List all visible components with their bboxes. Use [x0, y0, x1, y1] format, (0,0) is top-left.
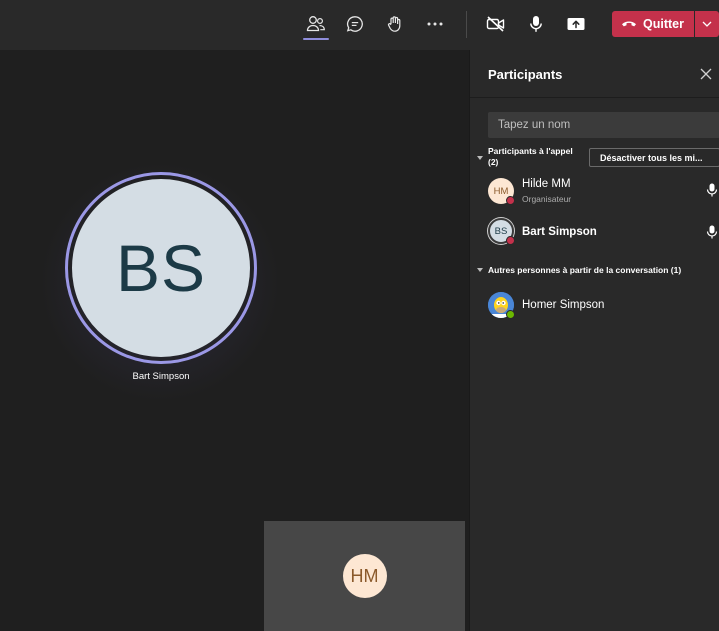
share-screen-button[interactable]	[560, 9, 592, 39]
status-busy-icon	[506, 236, 515, 245]
share-screen-icon	[567, 18, 585, 30]
main-participant-name: Bart Simpson	[132, 371, 190, 382]
raise-hand-icon	[387, 16, 401, 32]
raise-hand-button[interactable]	[379, 9, 411, 39]
self-view-avatar: HM	[342, 554, 387, 598]
collapse-caret-icon[interactable]	[477, 156, 483, 160]
participant-name: Bart Simpson	[522, 226, 597, 238]
camera-toggle-button[interactable]	[480, 9, 512, 39]
microphone-icon	[706, 183, 718, 197]
video-stage: BS Bart Simpson HM	[0, 50, 469, 631]
participant-row[interactable]: HM Hilde MM Organisateur	[470, 172, 719, 212]
more-options-icon	[427, 22, 443, 26]
close-panel-button[interactable]	[698, 66, 714, 82]
collapse-caret-icon[interactable]	[477, 268, 483, 272]
participant-name: Homer Simpson	[522, 299, 605, 311]
mute-all-button[interactable]: Désactiver tous les mi...	[589, 148, 719, 167]
panel-title: Participants	[488, 67, 563, 82]
in-call-section-title: Participants à l'appel	[488, 146, 573, 156]
participant-name: Hilde MM	[522, 178, 571, 190]
main-participant-avatar: BS	[72, 179, 250, 357]
leave-options-dropdown[interactable]	[695, 11, 719, 37]
chat-icon	[346, 16, 363, 32]
leave-call-button[interactable]: Quitter	[612, 11, 694, 37]
panel-divider	[470, 97, 719, 98]
active-tab-indicator	[303, 38, 329, 40]
status-busy-icon	[506, 196, 515, 205]
chevron-down-icon	[702, 21, 712, 27]
close-icon	[700, 68, 712, 80]
more-options-button[interactable]	[419, 9, 451, 39]
participant-role: Organisateur	[522, 194, 572, 204]
camera-off-icon	[486, 16, 505, 32]
microphone-icon	[530, 16, 542, 32]
microphone-toggle-button[interactable]	[520, 9, 552, 39]
toolbar-separator	[466, 11, 467, 38]
leave-call-label: Quitter	[643, 17, 684, 31]
self-view-tile[interactable]: HM	[264, 521, 465, 631]
participant-row[interactable]: BS Bart Simpson	[470, 213, 719, 253]
phone-hangup-icon	[622, 21, 636, 27]
meeting-toolbar: Quitter	[0, 0, 719, 50]
show-participants-button[interactable]	[300, 9, 332, 39]
participant-row[interactable]: Homer Simpson	[470, 286, 719, 326]
in-call-count: (2)	[488, 157, 499, 167]
status-online-icon	[506, 310, 515, 319]
active-speaker-ring: BS	[65, 172, 257, 364]
participant-search-input[interactable]	[488, 112, 719, 138]
in-call-section-header[interactable]: Participants à l'appel (2)	[488, 146, 573, 168]
show-chat-button[interactable]	[339, 9, 371, 39]
people-icon	[306, 16, 325, 32]
participants-panel: Participants Participants à l'appel (2) …	[469, 50, 719, 631]
microphone-icon	[706, 225, 718, 239]
others-section-header[interactable]: Autres personnes à partir de la conversa…	[488, 265, 681, 276]
